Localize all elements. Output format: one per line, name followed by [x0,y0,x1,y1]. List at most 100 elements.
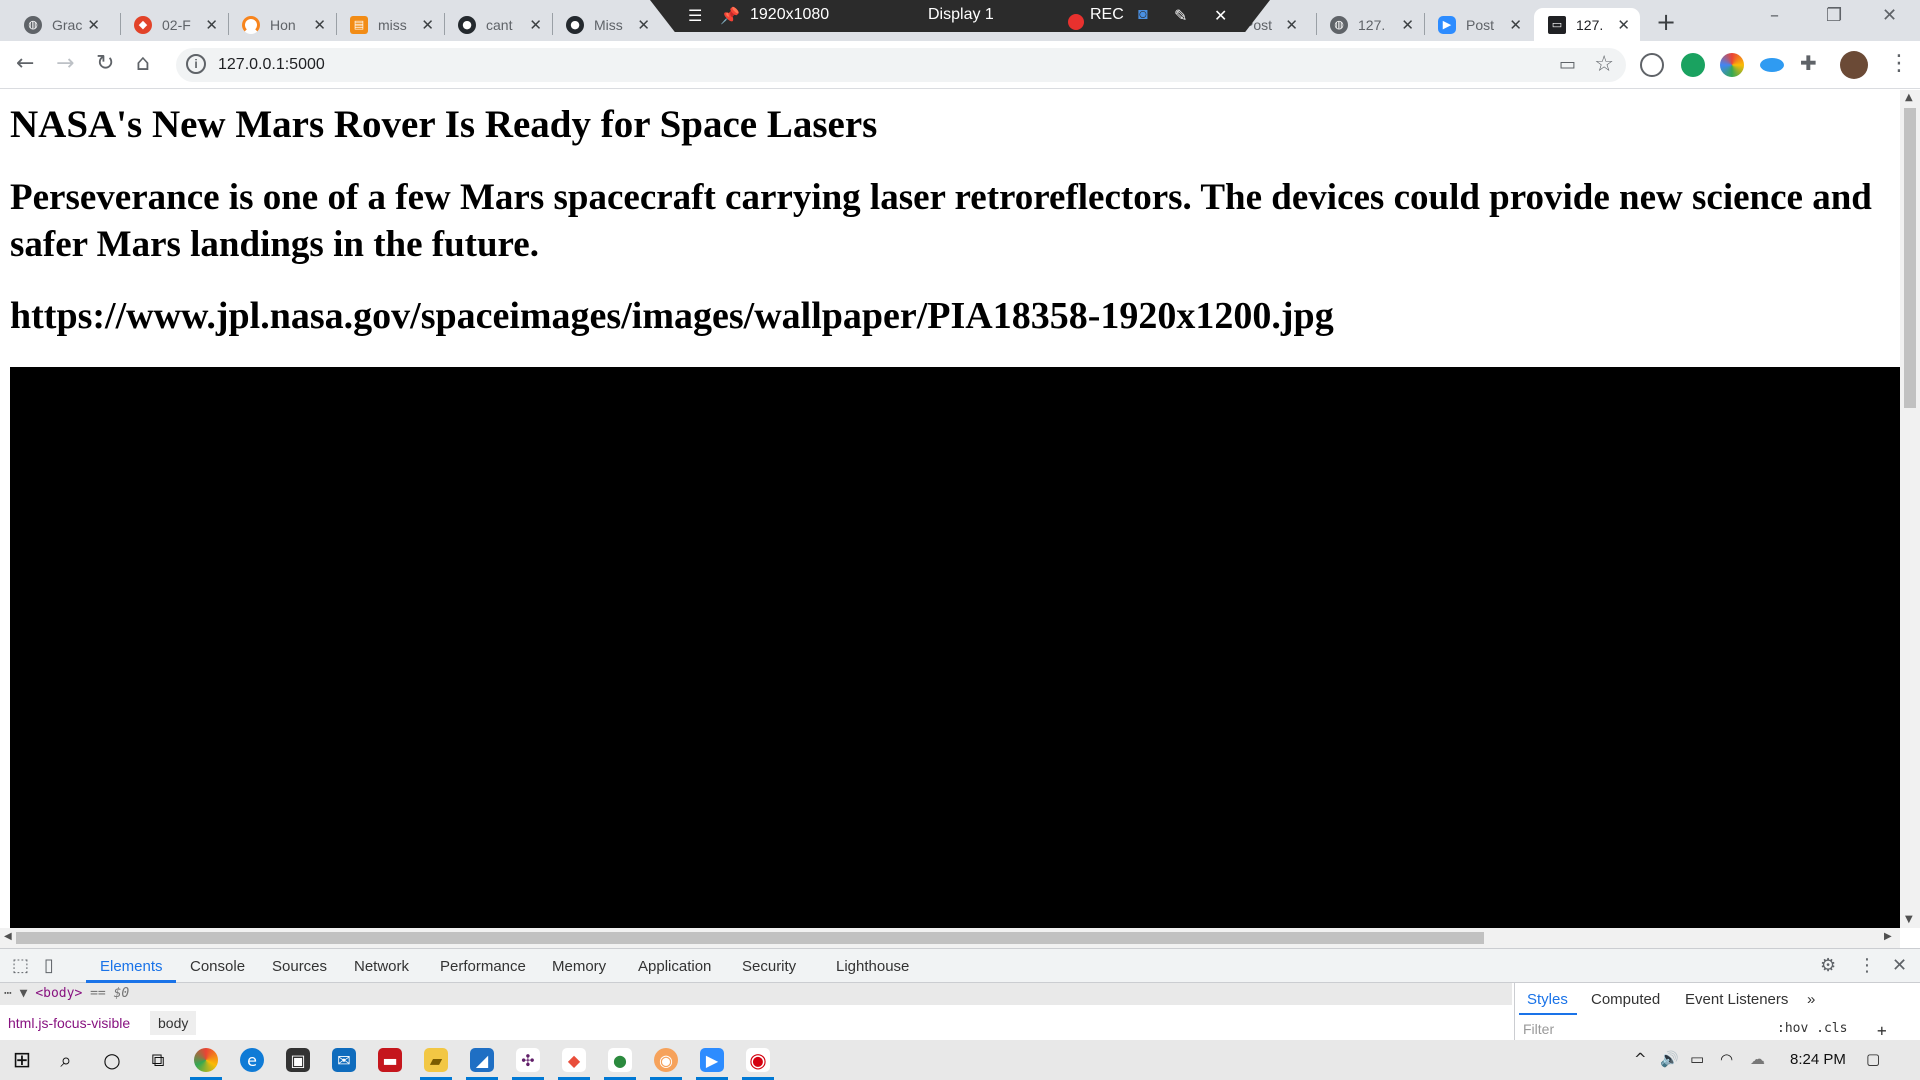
rec-label[interactable]: REC [1090,6,1124,24]
devtools-close-icon[interactable]: ✕ [1892,955,1907,976]
window-close-icon[interactable]: ✕ [1882,5,1897,26]
hov-cls-toggles[interactable]: :hov .cls [1777,1021,1847,1036]
tray-expand-icon[interactable]: ^ [1634,1050,1647,1068]
side-tab-event-listeners[interactable]: Event Listeners [1685,991,1788,1008]
recorder-icon[interactable]: ◉ [746,1048,770,1072]
close-icon[interactable]: ✕ [1285,16,1298,34]
search-icon[interactable]: ⌕ [54,1048,78,1072]
recorder-close-icon[interactable]: ✕ [1214,6,1227,26]
scroll-up-icon[interactable]: ▲ [1905,92,1913,103]
file-explorer-icon[interactable]: ▰ [424,1048,448,1072]
devtools-tab-console[interactable]: Console [190,958,245,975]
browser-tab[interactable]: ◆ 02-F ✕ [120,8,228,41]
breadcrumb-item[interactable]: body [150,1011,197,1035]
browser-tab[interactable]: ▶ Post ✕ [1424,8,1532,41]
forward-icon[interactable]: → [56,51,74,76]
browser-tab[interactable]: ▤ miss ✕ [336,8,444,41]
devtools-tab-performance[interactable]: Performance [440,958,526,975]
close-icon[interactable]: ✕ [1509,16,1522,34]
mail-icon[interactable]: ✉ [332,1048,356,1072]
cast-icon[interactable]: ▭ [1559,54,1576,75]
scrollbar-thumb[interactable] [1904,108,1916,408]
home-icon[interactable]: ⌂ [136,51,150,76]
devtools-tab-security[interactable]: Security [742,958,796,975]
color-picker-icon[interactable] [1720,53,1744,77]
scroll-right-icon[interactable]: ▶ [1884,931,1892,942]
devtools-tab-memory[interactable]: Memory [552,958,606,975]
browser-tab-active[interactable]: ▭ 127. ✕ [1534,8,1640,41]
extension-icon[interactable] [1640,53,1664,77]
notifications-icon[interactable]: ▢ [1866,1050,1880,1068]
devtools-tab-application[interactable]: Application [638,958,711,975]
close-icon[interactable]: ✕ [421,16,434,34]
device-toolbar-icon[interactable]: ▯ [44,955,54,976]
browser-tab[interactable]: ● Miss ✕ [552,8,660,41]
menu-kebab-icon[interactable]: ⋮ [1888,51,1910,76]
scroll-left-icon[interactable]: ◀ [4,931,12,942]
slack-icon[interactable]: ✣ [516,1048,540,1072]
menu-icon[interactable]: ☰ [688,6,702,26]
minimize-icon[interactable]: – [1770,5,1779,26]
new-tab-button[interactable]: + [1656,8,1676,36]
reload-icon[interactable]: ↻ [96,51,114,76]
volume-icon[interactable]: 🔊 [1660,1050,1679,1068]
onedrive-icon[interactable]: ☁ [1750,1050,1765,1068]
camera-icon[interactable]: ◙ [1138,6,1148,24]
pencil-icon[interactable]: ✎ [1174,6,1187,26]
mongodb-icon[interactable]: ● [608,1048,632,1072]
browser-tab[interactable]: ● cant ✕ [444,8,552,41]
edge-icon[interactable]: e [240,1048,264,1072]
site-info-icon[interactable]: i [186,54,206,74]
pin-icon[interactable]: 📌 [720,6,740,26]
extensions-puzzle-icon[interactable]: ✚ [1800,51,1817,75]
devtools-menu-icon[interactable]: ⋮ [1858,955,1876,976]
scroll-down-icon[interactable]: ▼ [1905,914,1913,925]
close-icon[interactable]: ✕ [637,16,650,34]
browser-tab[interactable]: ◍ Grac ✕ [10,8,110,41]
side-tab-styles[interactable]: Styles [1527,991,1568,1008]
close-icon[interactable]: ✕ [1617,16,1630,34]
vertical-scrollbar[interactable]: ▲ ▼ [1900,90,1920,928]
close-icon[interactable]: ✕ [1401,16,1414,34]
close-icon[interactable]: ✕ [205,16,218,34]
browser-tab[interactable]: ◍ 127. ✕ [1316,8,1424,41]
side-tab-computed[interactable]: Computed [1591,991,1660,1008]
task-view-icon[interactable]: ⧉ [146,1048,170,1072]
avatar[interactable] [1840,51,1868,79]
add-rule-icon[interactable]: + [1877,1021,1887,1040]
browser-tab[interactable]: Hon ✕ [228,8,336,41]
scrollbar-thumb[interactable] [16,932,1484,944]
devtools-tab-network[interactable]: Network [354,958,409,975]
back-icon[interactable]: ← [16,51,34,76]
close-icon[interactable]: ✕ [529,16,542,34]
styles-filter-input[interactable]: Filter [1523,1021,1554,1037]
git-kraken-icon[interactable]: ◆ [562,1048,586,1072]
display-label[interactable]: Display 1 [928,6,994,24]
devtools-tab-lighthouse[interactable]: Lighthouse [836,958,909,975]
grammarly-icon[interactable] [1681,53,1705,77]
devtools-tab-sources[interactable]: Sources [272,958,327,975]
wifi-icon[interactable]: ◠ [1720,1050,1733,1068]
store-icon[interactable]: ▣ [286,1048,310,1072]
selected-dom-node[interactable]: ⋯ ▼ <body> == $0 [0,983,1512,1005]
media-app-icon[interactable]: ▬ [378,1048,402,1072]
cortana-icon[interactable]: ○ [100,1048,124,1072]
devtools-tab-elements[interactable]: Elements [100,958,163,975]
breadcrumb-item[interactable]: html.js-focus-visible [8,1015,130,1031]
inspect-element-icon[interactable]: ⬚ [12,955,29,976]
cloud-icon[interactable] [1760,58,1784,72]
close-icon[interactable]: ✕ [87,16,100,34]
more-tabs-icon[interactable]: » [1807,991,1815,1008]
windows-start-icon[interactable]: ⊞ [10,1048,34,1073]
vscode-icon[interactable]: ◢ [470,1048,494,1072]
close-icon[interactable]: ✕ [313,16,326,34]
restore-icon[interactable]: ❐ [1826,5,1842,26]
horizontal-scrollbar[interactable]: ◀ ▶ [0,928,1900,948]
zoom-icon[interactable]: ▶ [700,1048,724,1072]
chrome-canary-icon[interactable]: ◉ [654,1048,678,1072]
battery-icon[interactable]: ▭ [1690,1050,1704,1068]
settings-gear-icon[interactable]: ⚙ [1820,955,1836,976]
taskbar-clock[interactable]: 8:24 PM [1790,1051,1846,1068]
dom-node-tag[interactable]: <body> [35,986,82,1001]
chrome-icon[interactable] [194,1048,218,1072]
